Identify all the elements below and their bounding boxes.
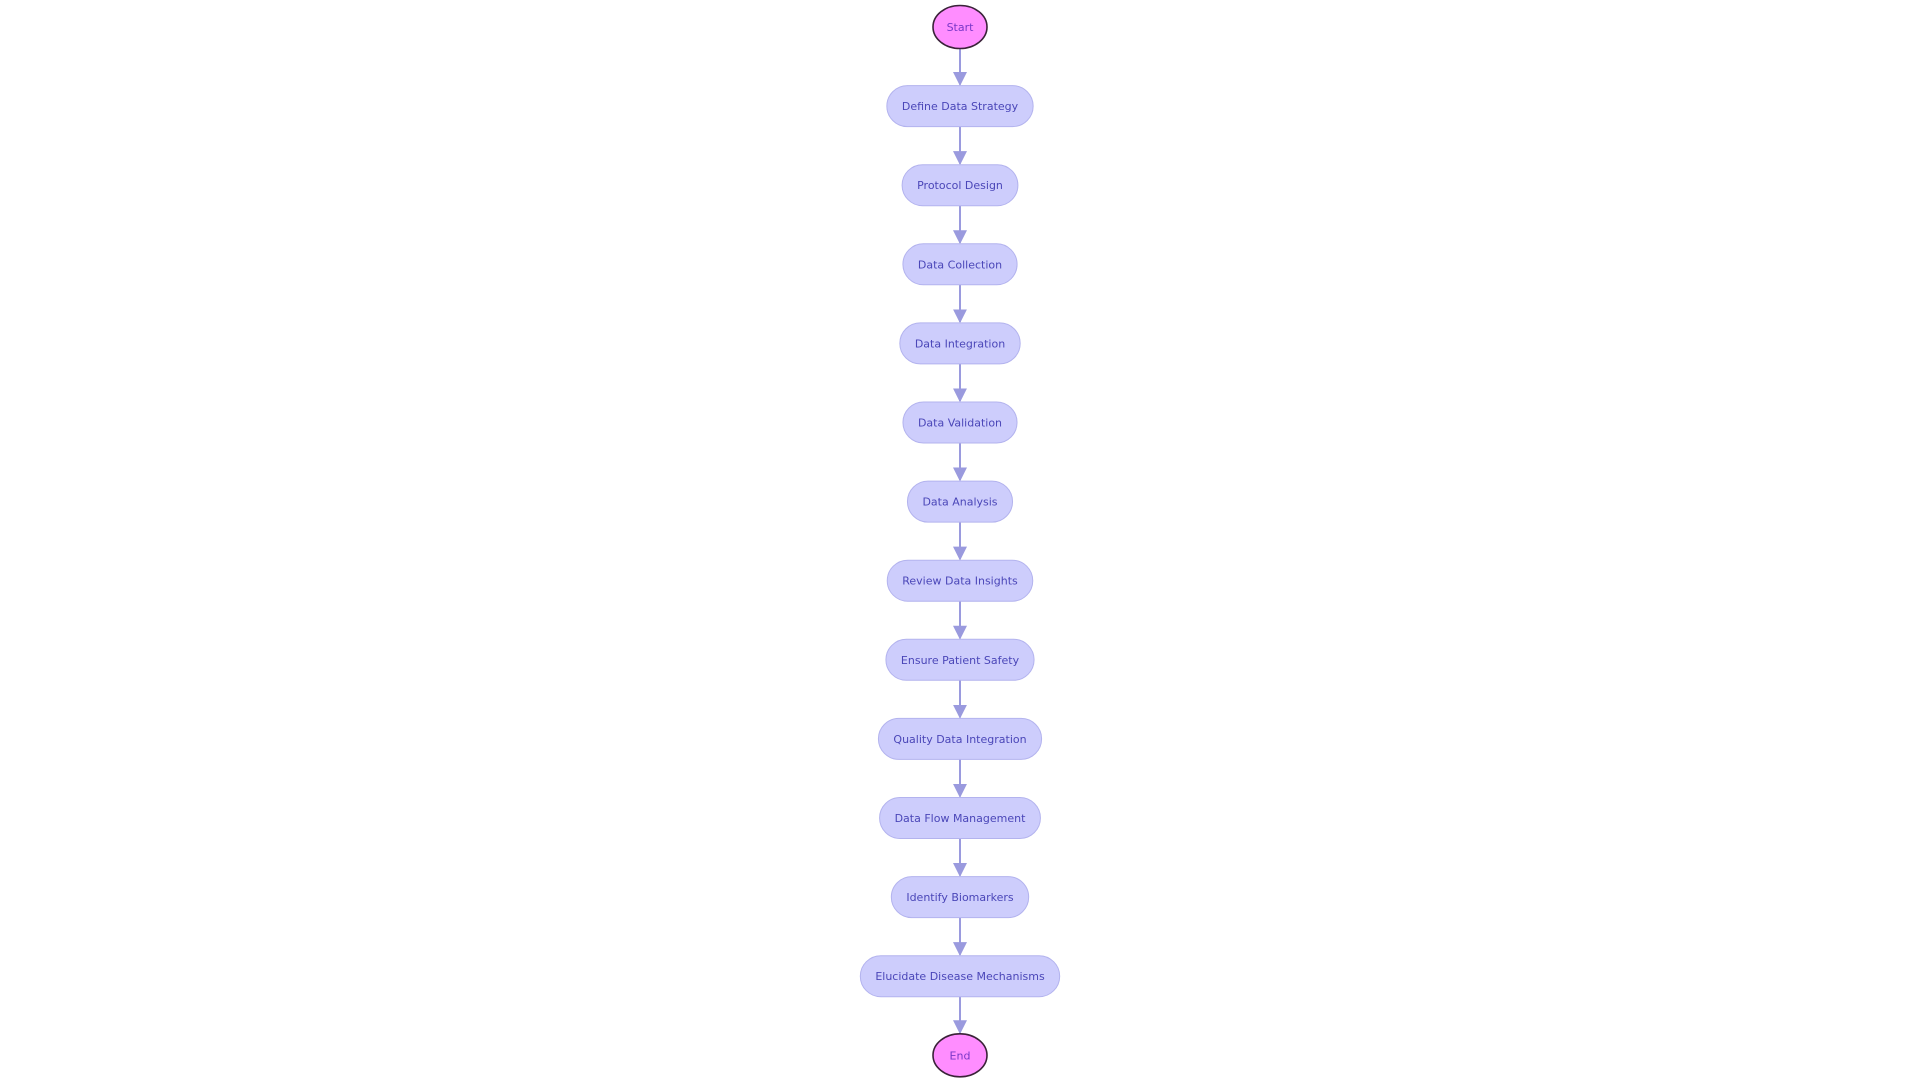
node-identify-biomarkers: Identify Biomarkers [890, 876, 1030, 919]
node-label: Protocol Design [917, 179, 1003, 192]
node-data-analysis: Data Analysis [906, 480, 1014, 523]
node-label: Start [947, 21, 975, 34]
node-label: Data Collection [918, 258, 1002, 271]
node-end: End [932, 1033, 988, 1078]
node-label: Ensure Patient Safety [901, 654, 1020, 667]
node-quality-data-integration: Quality Data Integration [877, 717, 1043, 760]
node-label: End [950, 1049, 971, 1062]
node-review-data-insights: Review Data Insights [886, 559, 1034, 602]
node-data-validation: Data Validation [902, 401, 1018, 444]
node-label: Define Data Strategy [902, 100, 1019, 113]
node-label: Identify Biomarkers [906, 891, 1014, 904]
node-label: Data Analysis [922, 496, 997, 509]
flowchart: Start Define Data Strategy Protocol Design… [859, 4, 1061, 1078]
node-label: Review Data Insights [902, 575, 1018, 588]
node-data-integration: Data Integration [899, 322, 1021, 365]
node-data-collection: Data Collection [902, 243, 1018, 286]
node-ensure-patient-safety: Ensure Patient Safety [885, 638, 1035, 681]
node-protocol-design: Protocol Design [901, 164, 1019, 207]
node-label: Data Validation [918, 417, 1002, 430]
node-data-flow-management: Data Flow Management [879, 797, 1041, 839]
node-start: Start [932, 4, 988, 50]
node-elucidate-disease-mechanisms: Elucidate Disease Mechanisms [859, 955, 1061, 998]
node-label: Quality Data Integration [893, 733, 1026, 746]
node-define-data-strategy: Define Data Strategy [886, 85, 1034, 128]
node-label: Data Flow Management [895, 812, 1027, 825]
node-label: Elucidate Disease Mechanisms [875, 970, 1045, 983]
node-label: Data Integration [915, 337, 1005, 350]
